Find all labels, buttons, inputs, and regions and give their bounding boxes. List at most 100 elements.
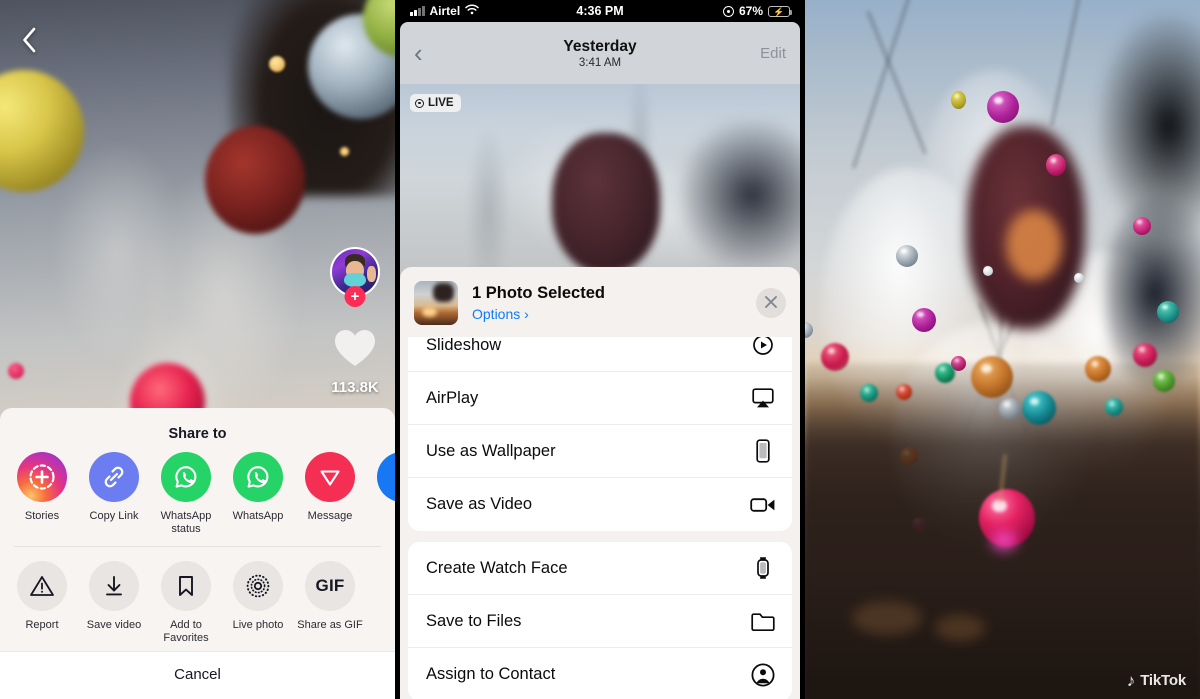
tiktok-share-screen: + 113.8K Share to Stories Copy Link What…	[0, 0, 395, 699]
live-photo-badge[interactable]: LIVE	[410, 94, 461, 112]
share-target-facebook[interactable]: Fa	[366, 452, 395, 523]
tree-branch	[852, 0, 912, 169]
ios-activity-sheet: 1 Photo Selected Options › Slideshow Air…	[400, 267, 800, 699]
warning-triangle-icon	[17, 561, 67, 611]
ornament	[1132, 216, 1151, 235]
status-bar: Airtel 4:36 PM 67% ⚡	[400, 0, 800, 22]
screenshot-collage: + 113.8K Share to Stories Copy Link What…	[0, 0, 1200, 699]
action-add-to-favorites[interactable]: Add to Favorites	[150, 561, 222, 645]
download-icon	[89, 561, 139, 611]
action-save-video[interactable]: Save video	[78, 561, 150, 632]
action-live-photo[interactable]: Live photo	[222, 561, 294, 632]
video-action-column: + 113.8K	[327, 247, 383, 396]
photo-dark-ornament	[552, 133, 660, 274]
ornament	[986, 90, 1019, 123]
ornament	[1132, 342, 1157, 367]
back-button[interactable]: ‹	[414, 40, 423, 66]
photo-thumbnail[interactable]	[414, 281, 458, 325]
activity-sheet-header: 1 Photo Selected Options ›	[400, 267, 800, 337]
share-target-whatsapp-status[interactable]: WhatsApp status	[150, 452, 222, 536]
ornament-reflection	[1006, 209, 1062, 280]
tiktok-share-sheet: Share to Stories Copy Link WhatsApp stat…	[0, 408, 395, 699]
activity-item-slideshow[interactable]: Slideshow	[408, 337, 792, 372]
photos-nav-bar: ‹ Yesterday 3:41 AM Edit	[400, 22, 800, 84]
activity-item-label: Save to Files	[426, 611, 522, 630]
action-report[interactable]: Report	[6, 561, 78, 632]
activity-sheet-titles: 1 Photo Selected Options ›	[472, 284, 742, 322]
video-highlight	[339, 146, 349, 156]
share-target-label: WhatsApp	[232, 510, 284, 522]
action-label: Report	[25, 619, 59, 631]
chevron-left-icon	[21, 27, 37, 58]
edit-button[interactable]: Edit	[760, 45, 786, 62]
gif-text: GIF	[315, 576, 345, 595]
share-target-label: Copy Link	[89, 510, 139, 522]
nav-subtitle: 3:41 AM	[578, 56, 622, 69]
gif-icon: GIF	[305, 561, 355, 611]
action-share-as-gif[interactable]: GIF Share as GIF	[294, 561, 366, 632]
share-action-row: Report Save video Add to Favorites Live …	[0, 547, 395, 651]
activity-item-save-to-files[interactable]: Save to Files	[408, 595, 792, 648]
activity-item-label: Create Watch Face	[426, 558, 568, 577]
action-label: Save video	[86, 619, 142, 631]
link-icon	[89, 452, 139, 502]
options-link[interactable]: Options ›	[472, 306, 742, 322]
ornament-photo: ♪ TikTok	[805, 0, 1200, 699]
ornament	[1045, 153, 1066, 176]
ornament	[1152, 370, 1175, 393]
activity-item-save-as-video[interactable]: Save as Video	[408, 478, 792, 531]
share-target-label: Message	[307, 510, 353, 522]
ios-device-viewport: Airtel 4:36 PM 67% ⚡ ‹ Yesterday 3:41 AM…	[400, 0, 800, 699]
follow-plus-button[interactable]: +	[344, 286, 366, 307]
activity-item-use-as-wallpaper[interactable]: Use as Wallpaper	[408, 425, 792, 478]
share-target-whatsapp[interactable]: WhatsApp	[222, 452, 294, 523]
facebook-icon	[377, 452, 395, 502]
activity-item-label: Assign to Contact	[426, 665, 556, 683]
airplay-icon	[748, 387, 778, 409]
share-target-copy-link[interactable]: Copy Link	[78, 452, 150, 523]
live-photo-icon	[415, 98, 424, 108]
photo-content	[805, 0, 1200, 699]
slideshow-play-icon	[748, 337, 778, 356]
selection-title: 1 Photo Selected	[472, 284, 605, 302]
close-button[interactable]	[756, 288, 786, 318]
activity-item-assign-to-contact[interactable]: Assign to Contact	[408, 648, 792, 699]
action-label: Live photo	[232, 619, 284, 631]
cancel-button[interactable]: Cancel	[0, 651, 395, 699]
ornament	[911, 307, 936, 332]
activity-action-list[interactable]: Slideshow AirPlay Use as Wallpaper Save …	[400, 337, 800, 699]
photo-dark-region	[680, 120, 800, 269]
video-ornament	[205, 125, 306, 234]
apple-watch-icon	[748, 556, 778, 580]
share-target-label: WhatsApp status	[160, 510, 212, 535]
rotation-lock-icon	[722, 5, 734, 17]
activity-item-label: Slideshow	[426, 337, 502, 354]
avatar-mask	[343, 272, 367, 287]
photo-preview[interactable]: LIVE	[400, 84, 800, 289]
activity-group-1: Slideshow AirPlay Use as Wallpaper Save …	[408, 337, 792, 531]
instagram-stories-icon	[17, 452, 67, 502]
tiktok-note-icon: ♪	[1126, 671, 1136, 690]
ornament	[982, 265, 993, 276]
ornament	[820, 342, 849, 371]
like-count: 113.8K	[331, 379, 379, 396]
ornament	[998, 398, 1021, 421]
activity-item-label: Use as Wallpaper	[426, 441, 556, 460]
activity-item-create-watch-face[interactable]: Create Watch Face	[408, 542, 792, 595]
heart-icon	[333, 328, 377, 373]
activity-item-label: AirPlay	[426, 388, 479, 407]
activity-item-label: Save as Video	[426, 495, 533, 513]
send-paper-plane-icon	[305, 452, 355, 502]
whatsapp-icon	[233, 452, 283, 502]
creator-avatar-wrap[interactable]: +	[330, 247, 380, 307]
like-button[interactable]	[328, 325, 382, 375]
avatar-hand	[366, 265, 377, 283]
battery-percent: 67%	[738, 4, 763, 18]
back-button[interactable]	[12, 25, 46, 59]
share-target-message[interactable]: Message	[294, 452, 366, 523]
activity-item-airplay[interactable]: AirPlay	[408, 372, 792, 425]
ornament-highlight	[990, 531, 1017, 552]
share-app-row: Stories Copy Link WhatsApp status WhatsA…	[0, 452, 395, 542]
share-target-stories[interactable]: Stories	[6, 452, 78, 523]
watermark-label: TikTok	[1140, 672, 1186, 689]
